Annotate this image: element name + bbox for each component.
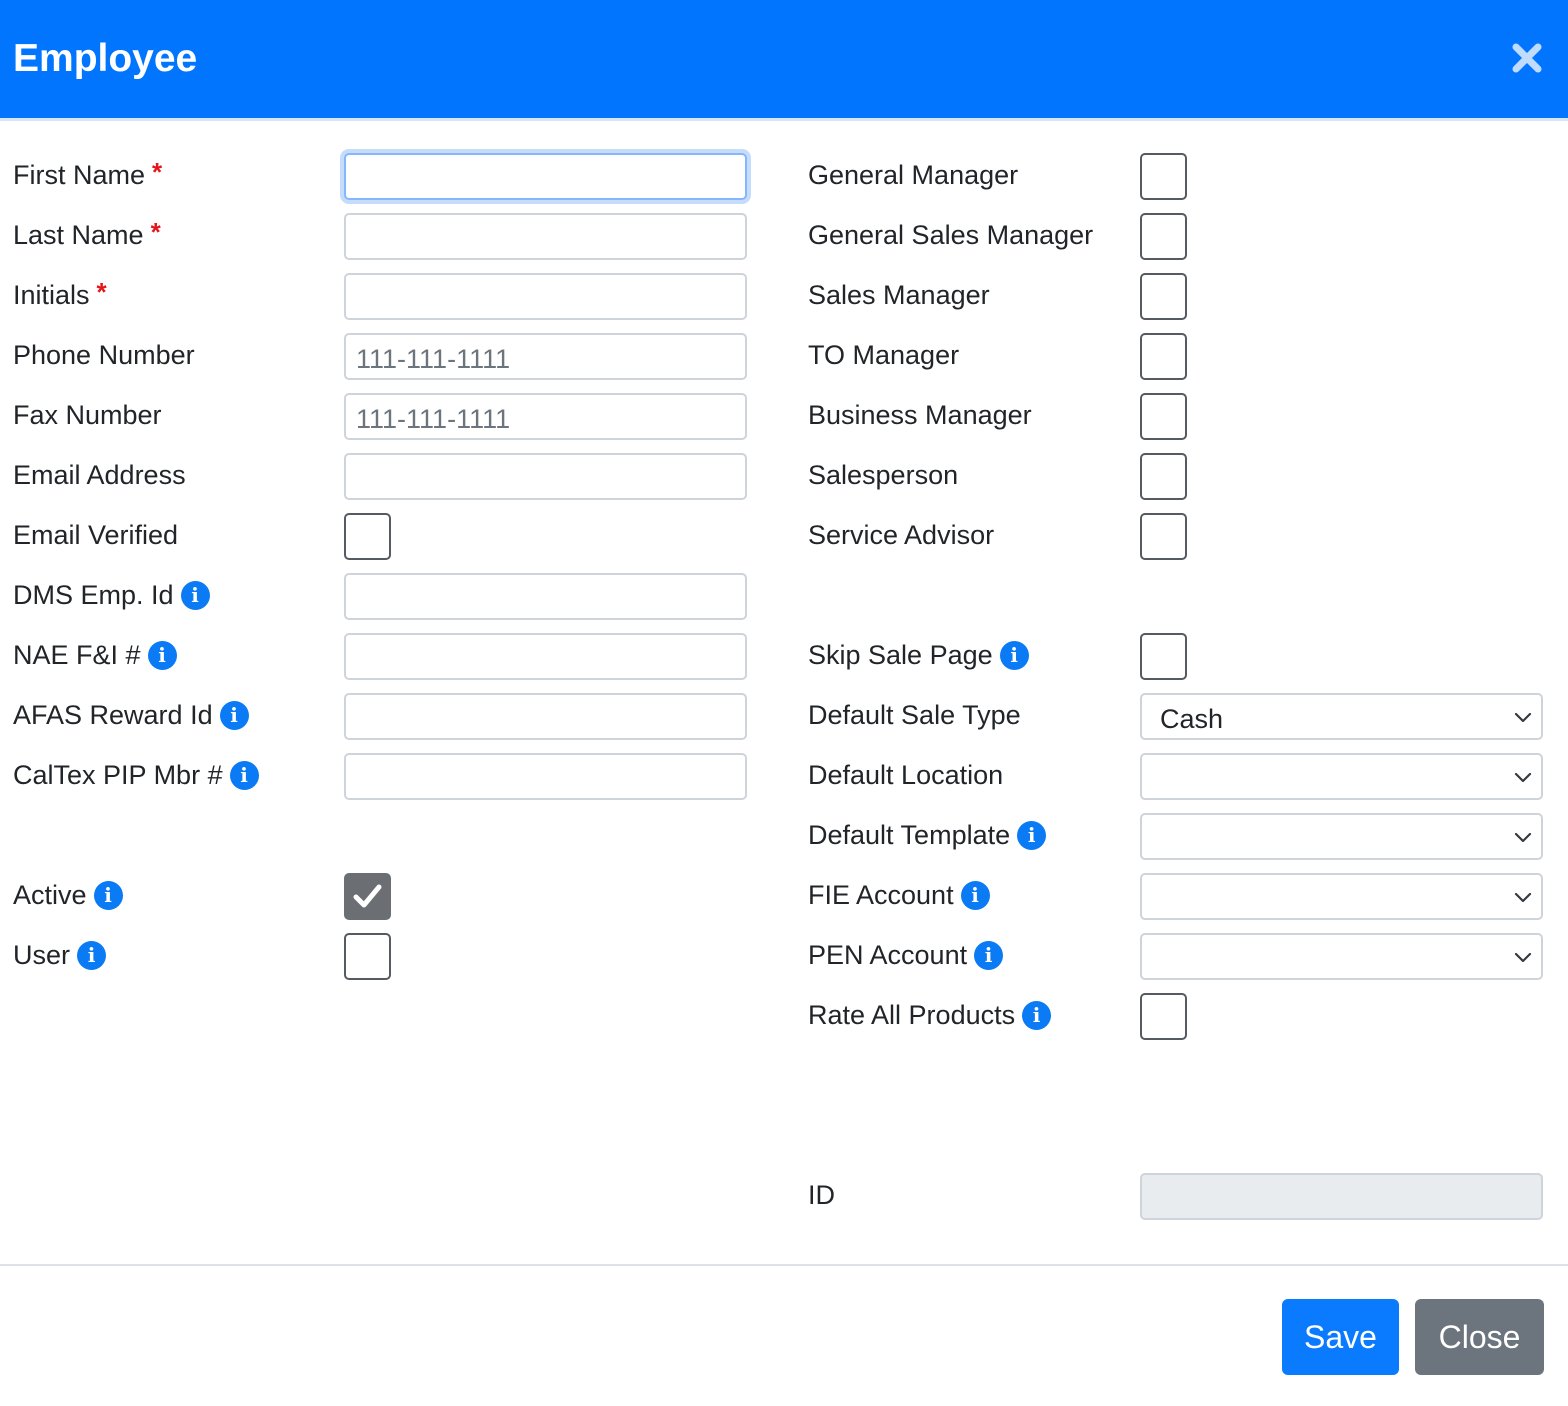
- info-icon[interactable]: i: [147, 640, 177, 670]
- info-icon[interactable]: i: [960, 880, 990, 910]
- info-icon[interactable]: i: [93, 880, 123, 910]
- salesperson-checkbox[interactable]: [1140, 453, 1187, 500]
- dialog-header: Employee: [0, 0, 1568, 118]
- fax-number-input[interactable]: [344, 393, 747, 440]
- info-icon[interactable]: i: [219, 700, 249, 730]
- info-icon[interactable]: i: [974, 940, 1004, 970]
- pen-account-select[interactable]: [1140, 933, 1543, 980]
- business-manager-checkbox[interactable]: [1140, 393, 1187, 440]
- email-address-label: Email Address: [13, 460, 186, 490]
- caltex-pip-label: CalTex PIP Mbr # i: [13, 759, 259, 791]
- chevron-down-icon: [1514, 772, 1532, 783]
- checkmark-icon: [353, 884, 382, 908]
- default-template-label: Default Template i: [808, 819, 1047, 851]
- fie-account-select[interactable]: [1140, 873, 1543, 920]
- nae-fi-input[interactable]: [344, 633, 747, 680]
- skip-sale-page-label: Skip Sale Page i: [808, 639, 1029, 671]
- selected-value: Cash: [1160, 704, 1224, 734]
- id-input: [1140, 1173, 1543, 1220]
- chevron-down-icon: [1514, 832, 1532, 843]
- last-name-input[interactable]: [344, 213, 747, 260]
- phone-number-label: Phone Number: [13, 340, 195, 370]
- user-checkbox[interactable]: [344, 933, 391, 980]
- save-button[interactable]: Save: [1282, 1299, 1399, 1375]
- header-divider: [0, 118, 1568, 121]
- id-label: ID: [808, 1180, 835, 1210]
- sales-manager-checkbox[interactable]: [1140, 273, 1187, 320]
- chevron-down-icon: [1514, 892, 1532, 903]
- skip-sale-page-checkbox[interactable]: [1140, 633, 1187, 680]
- phone-number-input[interactable]: [344, 333, 747, 380]
- default-sale-type-select[interactable]: Cash: [1140, 693, 1543, 740]
- rate-all-products-label: Rate All Products i: [808, 999, 1052, 1031]
- first-name-label: First Name *: [13, 157, 163, 190]
- info-icon[interactable]: i: [180, 580, 210, 610]
- first-name-input[interactable]: [344, 153, 747, 200]
- afas-reward-id-label: AFAS Reward Id i: [13, 699, 249, 731]
- fie-account-label: FIE Account i: [808, 879, 990, 911]
- chevron-down-icon: [1514, 712, 1532, 723]
- active-checkbox[interactable]: [344, 873, 391, 920]
- default-template-select[interactable]: [1140, 813, 1543, 860]
- dialog-title: Employee: [13, 37, 198, 80]
- initials-label: Initials *: [13, 277, 107, 310]
- last-name-label: Last Name *: [13, 217, 161, 250]
- to-manager-label: TO Manager: [808, 340, 960, 370]
- general-manager-label: General Manager: [808, 160, 1019, 190]
- chevron-down-icon: [1514, 952, 1532, 963]
- afas-reward-id-input[interactable]: [344, 693, 747, 740]
- active-label: Active i: [13, 879, 123, 911]
- general-manager-checkbox[interactable]: [1140, 153, 1187, 200]
- email-verified-checkbox[interactable]: [344, 513, 391, 560]
- service-advisor-label: Service Advisor: [808, 520, 995, 550]
- footer-divider: [0, 1264, 1568, 1266]
- pen-account-label: PEN Account i: [808, 939, 1004, 971]
- dms-emp-id-label: DMS Emp. Id i: [13, 579, 210, 611]
- info-icon[interactable]: i: [1017, 820, 1047, 850]
- general-sales-manager-checkbox[interactable]: [1140, 213, 1187, 260]
- close-icon[interactable]: [1510, 38, 1544, 78]
- sales-manager-label: Sales Manager: [808, 280, 990, 310]
- caltex-pip-input[interactable]: [344, 753, 747, 800]
- required-indicator: *: [152, 157, 163, 187]
- email-address-input[interactable]: [344, 453, 747, 500]
- close-button[interactable]: Close: [1415, 1299, 1544, 1375]
- required-indicator: *: [150, 217, 161, 247]
- default-location-select[interactable]: [1140, 753, 1543, 800]
- fax-number-label: Fax Number: [13, 400, 162, 430]
- required-indicator: *: [96, 277, 107, 307]
- email-verified-label: Email Verified: [13, 520, 179, 550]
- general-sales-manager-label: General Sales Manager: [808, 220, 1094, 250]
- default-location-label: Default Location: [808, 760, 1004, 790]
- initials-input[interactable]: [344, 273, 747, 320]
- service-advisor-checkbox[interactable]: [1140, 513, 1187, 560]
- rate-all-products-checkbox[interactable]: [1140, 993, 1187, 1040]
- info-icon[interactable]: i: [1022, 1000, 1052, 1030]
- info-icon[interactable]: i: [229, 760, 259, 790]
- info-icon[interactable]: i: [999, 640, 1029, 670]
- info-icon[interactable]: i: [77, 940, 107, 970]
- nae-fi-label: NAE F&I # i: [13, 639, 177, 671]
- to-manager-checkbox[interactable]: [1140, 333, 1187, 380]
- user-label: User i: [13, 939, 107, 971]
- salesperson-label: Salesperson: [808, 460, 959, 490]
- dms-emp-id-input[interactable]: [344, 573, 747, 620]
- business-manager-label: Business Manager: [808, 400, 1032, 430]
- default-sale-type-label: Default Sale Type: [808, 700, 1021, 730]
